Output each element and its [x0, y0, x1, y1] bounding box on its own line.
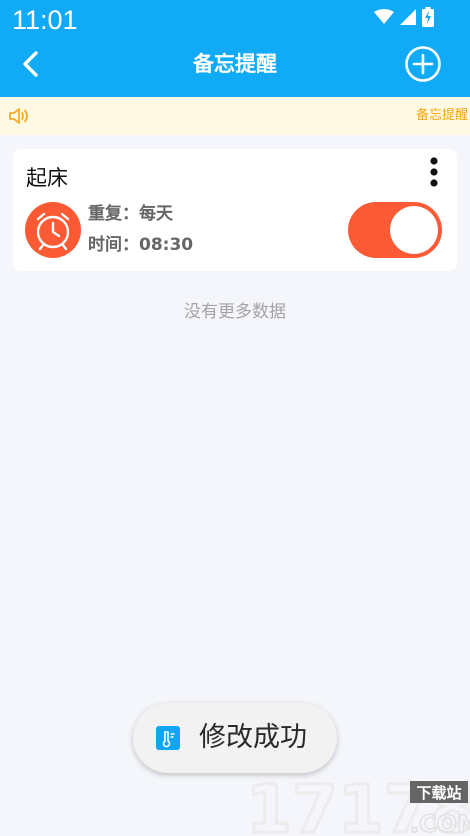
add-reminder-button[interactable]: [404, 45, 442, 83]
time-value: 08:30: [139, 235, 194, 255]
more-options-button[interactable]: [424, 157, 444, 187]
toggle-knob: [390, 206, 438, 254]
watermark-subtitle: 下载站: [416, 784, 461, 802]
reminder-card[interactable]: 起床 重复：每天 时间：08:30: [13, 149, 457, 271]
add-circle-icon: [405, 46, 441, 82]
watermark-domain: .COM: [410, 810, 470, 836]
alarm-clock-icon: [25, 202, 81, 258]
time-label: 时间：: [88, 235, 139, 255]
toast-message: 修改成功: [199, 722, 307, 753]
watermark-logo: 17178 下载站 .COM: [245, 776, 470, 836]
reminder-toggle[interactable]: [348, 202, 442, 258]
page-title: 备忘提醒: [193, 52, 277, 76]
notice-text: 备忘提醒: [415, 108, 468, 123]
battery-charging-icon: [422, 7, 434, 27]
app-icon: [156, 726, 180, 750]
speaker-icon: [9, 108, 28, 124]
time-info: 时间：08:30: [88, 234, 193, 256]
list-footer: 没有更多数据: [184, 302, 286, 322]
wifi-icon: [374, 9, 394, 24]
repeat-info: 重复：每天: [88, 203, 173, 225]
status-icons: [374, 7, 434, 27]
repeat-label: 重复：: [88, 204, 139, 224]
notice-bar: 备忘提醒: [0, 97, 470, 135]
more-vertical-icon: [430, 157, 438, 187]
toast: 修改成功: [133, 703, 337, 773]
reminder-title: 起床: [26, 166, 68, 190]
header: 11:01 备忘提醒: [0, 0, 470, 97]
repeat-value: 每天: [139, 204, 173, 224]
signal-icon: [400, 9, 416, 25]
status-time: 11:01: [12, 5, 78, 35]
